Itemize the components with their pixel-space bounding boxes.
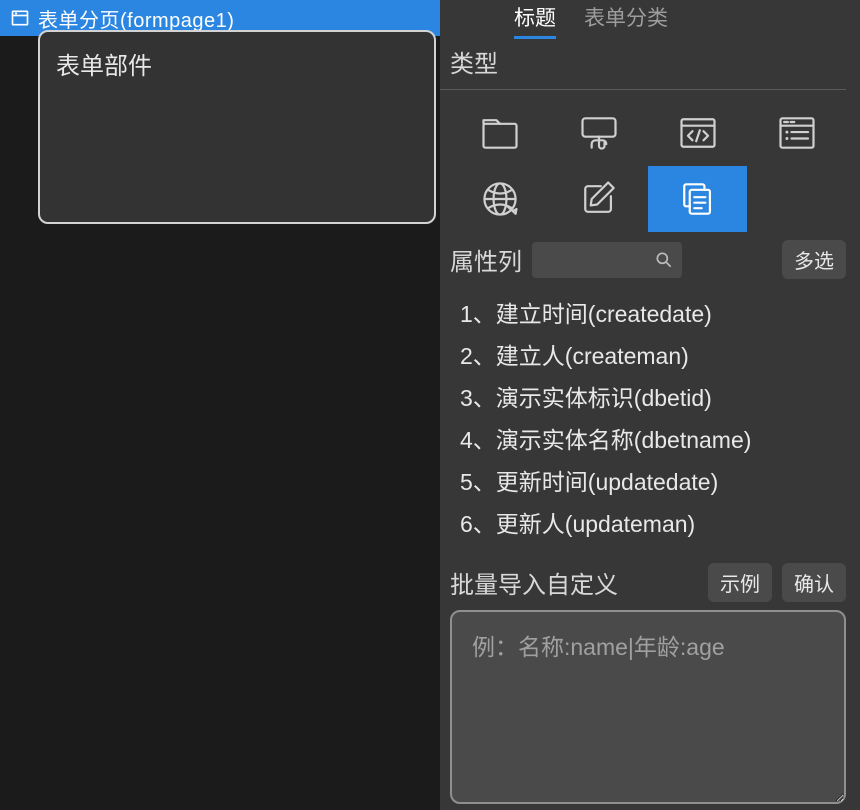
confirm-button[interactable]: 确认	[782, 563, 846, 602]
attr-item[interactable]: 6、更新人(updateman)	[460, 503, 846, 545]
tree-row-label: 表单分页(formpage1)	[38, 4, 234, 33]
multi-select-button[interactable]: 多选	[782, 240, 846, 279]
folder-icon	[478, 111, 522, 155]
form-widget-box[interactable]: 表单部件	[38, 30, 436, 224]
search-icon	[654, 250, 674, 270]
attr-item[interactable]: 2、建立人(createman)	[460, 335, 846, 377]
type-section-title: 类型	[440, 30, 846, 89]
type-pointer[interactable]	[549, 100, 648, 166]
type-edit[interactable]	[549, 166, 648, 232]
attr-item[interactable]: 3、演示实体标识(dbetid)	[460, 377, 846, 419]
type-folder[interactable]	[450, 100, 549, 166]
type-copy[interactable]	[648, 166, 747, 232]
pointer-icon	[577, 111, 621, 155]
example-button[interactable]: 示例	[708, 563, 772, 602]
code-icon	[676, 111, 720, 155]
form-page-icon	[10, 8, 30, 28]
attr-item[interactable]: 4、演示实体名称(dbetname)	[460, 419, 846, 461]
type-code[interactable]	[648, 100, 747, 166]
attr-item[interactable]: 1、建立时间(createdate)	[460, 293, 846, 335]
attr-list: 1、建立时间(createdate) 2、建立人(createman) 3、演示…	[440, 289, 846, 545]
attr-list-label: 属性列	[450, 242, 522, 277]
tab-bar: 标题 表单分类	[440, 0, 846, 30]
type-form-layout[interactable]	[747, 100, 846, 166]
divider	[440, 89, 846, 90]
type-grid	[440, 100, 846, 238]
batch-import-label: 批量导入自定义	[450, 565, 698, 600]
type-globe[interactable]	[450, 166, 549, 232]
attr-item[interactable]: 5、更新时间(updatedate)	[460, 461, 846, 503]
globe-icon	[478, 177, 522, 221]
form-layout-icon	[775, 111, 819, 155]
form-widget-title: 表单部件	[56, 53, 152, 80]
batch-import-textarea[interactable]	[450, 610, 846, 804]
edit-icon	[577, 177, 621, 221]
copy-icon	[676, 177, 720, 221]
